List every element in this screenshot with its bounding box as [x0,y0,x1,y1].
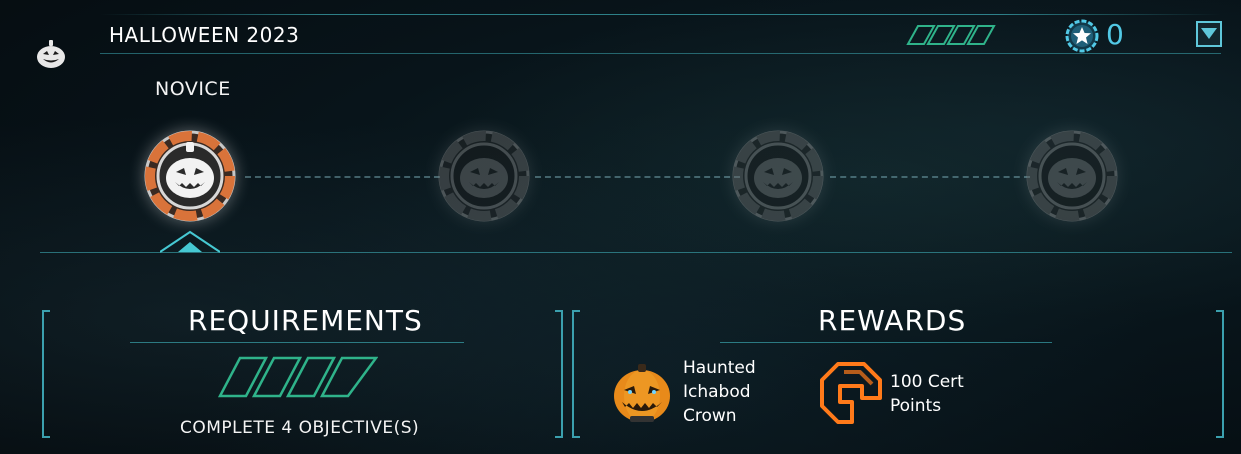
requirements-rule [130,342,464,343]
cert-count: 0 [1106,18,1124,51]
panel-bracket [572,310,580,438]
tier-track [40,100,1240,260]
progress-stripes-icon [906,24,996,46]
rewards-rule [720,342,1052,343]
event-header: HALLOWEEN 2023 0 [100,16,1222,54]
selected-tier-marker [159,230,221,254]
tier-badge-locked[interactable] [726,124,830,228]
pumpkin-helmet-icon [612,362,672,428]
requirements-title: REQUIREMENTS [188,304,423,337]
track-connector [830,176,1030,178]
event-title: HALLOWEEN 2023 [109,23,300,47]
rewards-title: REWARDS [818,304,967,337]
tier-badge-locked[interactable] [432,124,536,228]
panel-bracket [42,310,50,438]
tier-badge-locked[interactable] [1020,124,1124,228]
reward-item[interactable]: 100 Cert Points [818,360,988,430]
collapse-arrow-icon [1201,28,1217,39]
track-connector [535,176,740,178]
star-cert-icon [1064,18,1100,54]
reward-item[interactable]: Haunted Ichabod Crown [612,358,782,430]
panel-bracket [555,310,563,438]
collapse-button[interactable] [1196,21,1222,47]
top-divider [100,14,1221,15]
tier-label: NOVICE [155,78,231,100]
cert-points-icon [818,360,884,430]
track-connector [245,176,440,178]
objective-progress-stripes [217,356,379,398]
tier-badge-novice[interactable] [138,124,242,228]
reward-name: 100 Cert Points [890,372,964,416]
reward-name: Haunted Ichabod Crown [683,358,756,426]
objective-text: COMPLETE 4 OBJECTIVE(S) [180,418,420,438]
panel-bracket [1216,310,1224,438]
pumpkin-icon [35,38,67,70]
